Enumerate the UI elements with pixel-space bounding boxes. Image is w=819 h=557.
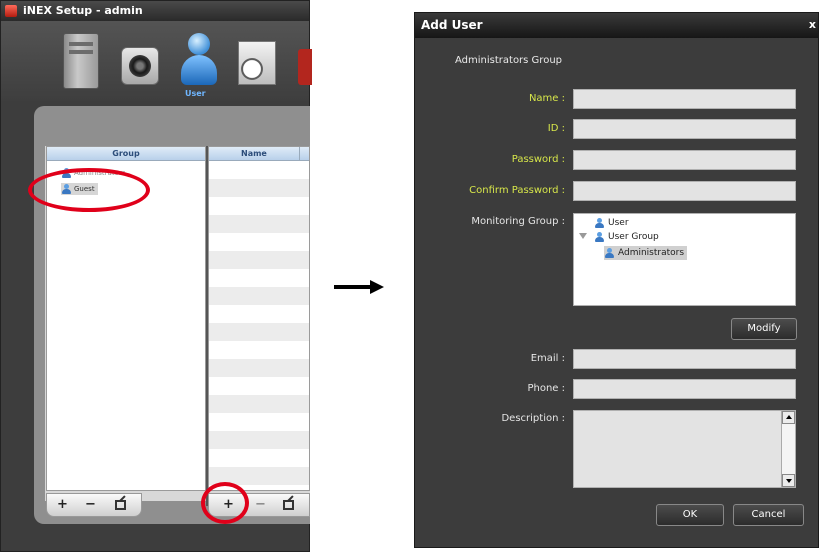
group-icon (594, 232, 605, 242)
edit-user-icon[interactable] (283, 500, 294, 510)
highlight-circle-guest (28, 168, 150, 212)
id-field[interactable] (573, 119, 796, 139)
app-logo-icon (5, 5, 17, 17)
camera-icon[interactable] (121, 47, 159, 85)
server-icon[interactable] (63, 33, 99, 89)
window-title: iNEX Setup - admin (23, 4, 143, 17)
dialog-titlebar: Add User x (415, 13, 818, 38)
schedule-icon[interactable] (238, 41, 276, 85)
group-button-bar: + − (46, 493, 142, 517)
table-row[interactable] (209, 287, 309, 305)
group-icon (604, 248, 615, 258)
table-row[interactable] (209, 431, 309, 449)
name-label: Name : (528, 93, 565, 104)
table-row[interactable] (209, 215, 309, 233)
group-column-header[interactable]: Group (47, 147, 205, 161)
name-field[interactable] (573, 89, 796, 109)
add-user-dialog: Add User x Administrators Group Name : I… (414, 12, 819, 548)
id-label: ID : (547, 123, 565, 134)
dialog-title: Add User (421, 18, 483, 32)
monitoring-group-tree[interactable]: User User Group Administrators (573, 213, 796, 306)
table-row[interactable] (209, 179, 309, 197)
arrow-head-icon (370, 280, 384, 294)
password-field[interactable] (573, 150, 796, 170)
table-row[interactable] (209, 323, 309, 341)
description-textarea[interactable] (573, 410, 796, 488)
table-row[interactable] (209, 251, 309, 269)
modify-button[interactable]: Modify (731, 318, 797, 340)
cancel-button[interactable]: Cancel (733, 504, 804, 526)
table-row[interactable] (209, 359, 309, 377)
toolbar-user-label: User (185, 89, 206, 98)
tree-item-label: Administrators (618, 248, 685, 258)
description-label: Description : (501, 413, 565, 424)
add-group-button[interactable]: + (57, 496, 68, 514)
name-column-header[interactable]: Name (209, 147, 309, 161)
tree-item-label: User Group (608, 232, 659, 242)
toolbar-item-partial-icon[interactable] (298, 49, 312, 85)
tree-item-user[interactable]: User (594, 216, 629, 230)
ok-button[interactable]: OK (656, 504, 724, 526)
arrow-icon (334, 285, 372, 289)
tree-item-user-group[interactable]: User Group (594, 230, 659, 244)
monitoring-group-label: Monitoring Group : (471, 216, 565, 227)
window-titlebar: iNEX Setup - admin (1, 1, 309, 21)
user-icon[interactable] (179, 33, 219, 89)
edit-group-icon[interactable] (115, 500, 126, 510)
scroll-up-icon[interactable] (782, 411, 795, 424)
description-scrollbar[interactable] (781, 411, 795, 487)
user-icon (594, 218, 605, 228)
phone-field[interactable] (573, 379, 796, 399)
email-label: Email : (530, 353, 565, 364)
remove-user-button[interactable]: − (255, 496, 266, 514)
email-field[interactable] (573, 349, 796, 369)
password-label: Password : (511, 154, 565, 165)
remove-group-button[interactable]: − (85, 496, 96, 514)
group-caption: Administrators Group (455, 55, 563, 66)
tree-expand-icon[interactable] (579, 233, 587, 239)
table-row[interactable] (209, 395, 309, 413)
confirm-password-label: Confirm Password : (469, 185, 565, 196)
tree-item-label: User (608, 218, 629, 228)
highlight-circle-add (201, 482, 249, 524)
scroll-down-icon[interactable] (782, 474, 795, 487)
setup-toolbar (1, 21, 312, 101)
tree-item-administrators[interactable]: Administrators (604, 246, 688, 260)
user-name-list[interactable]: Name (208, 146, 310, 491)
confirm-password-field[interactable] (573, 181, 796, 201)
phone-label: Phone : (527, 383, 565, 394)
close-icon[interactable]: x (809, 18, 816, 31)
